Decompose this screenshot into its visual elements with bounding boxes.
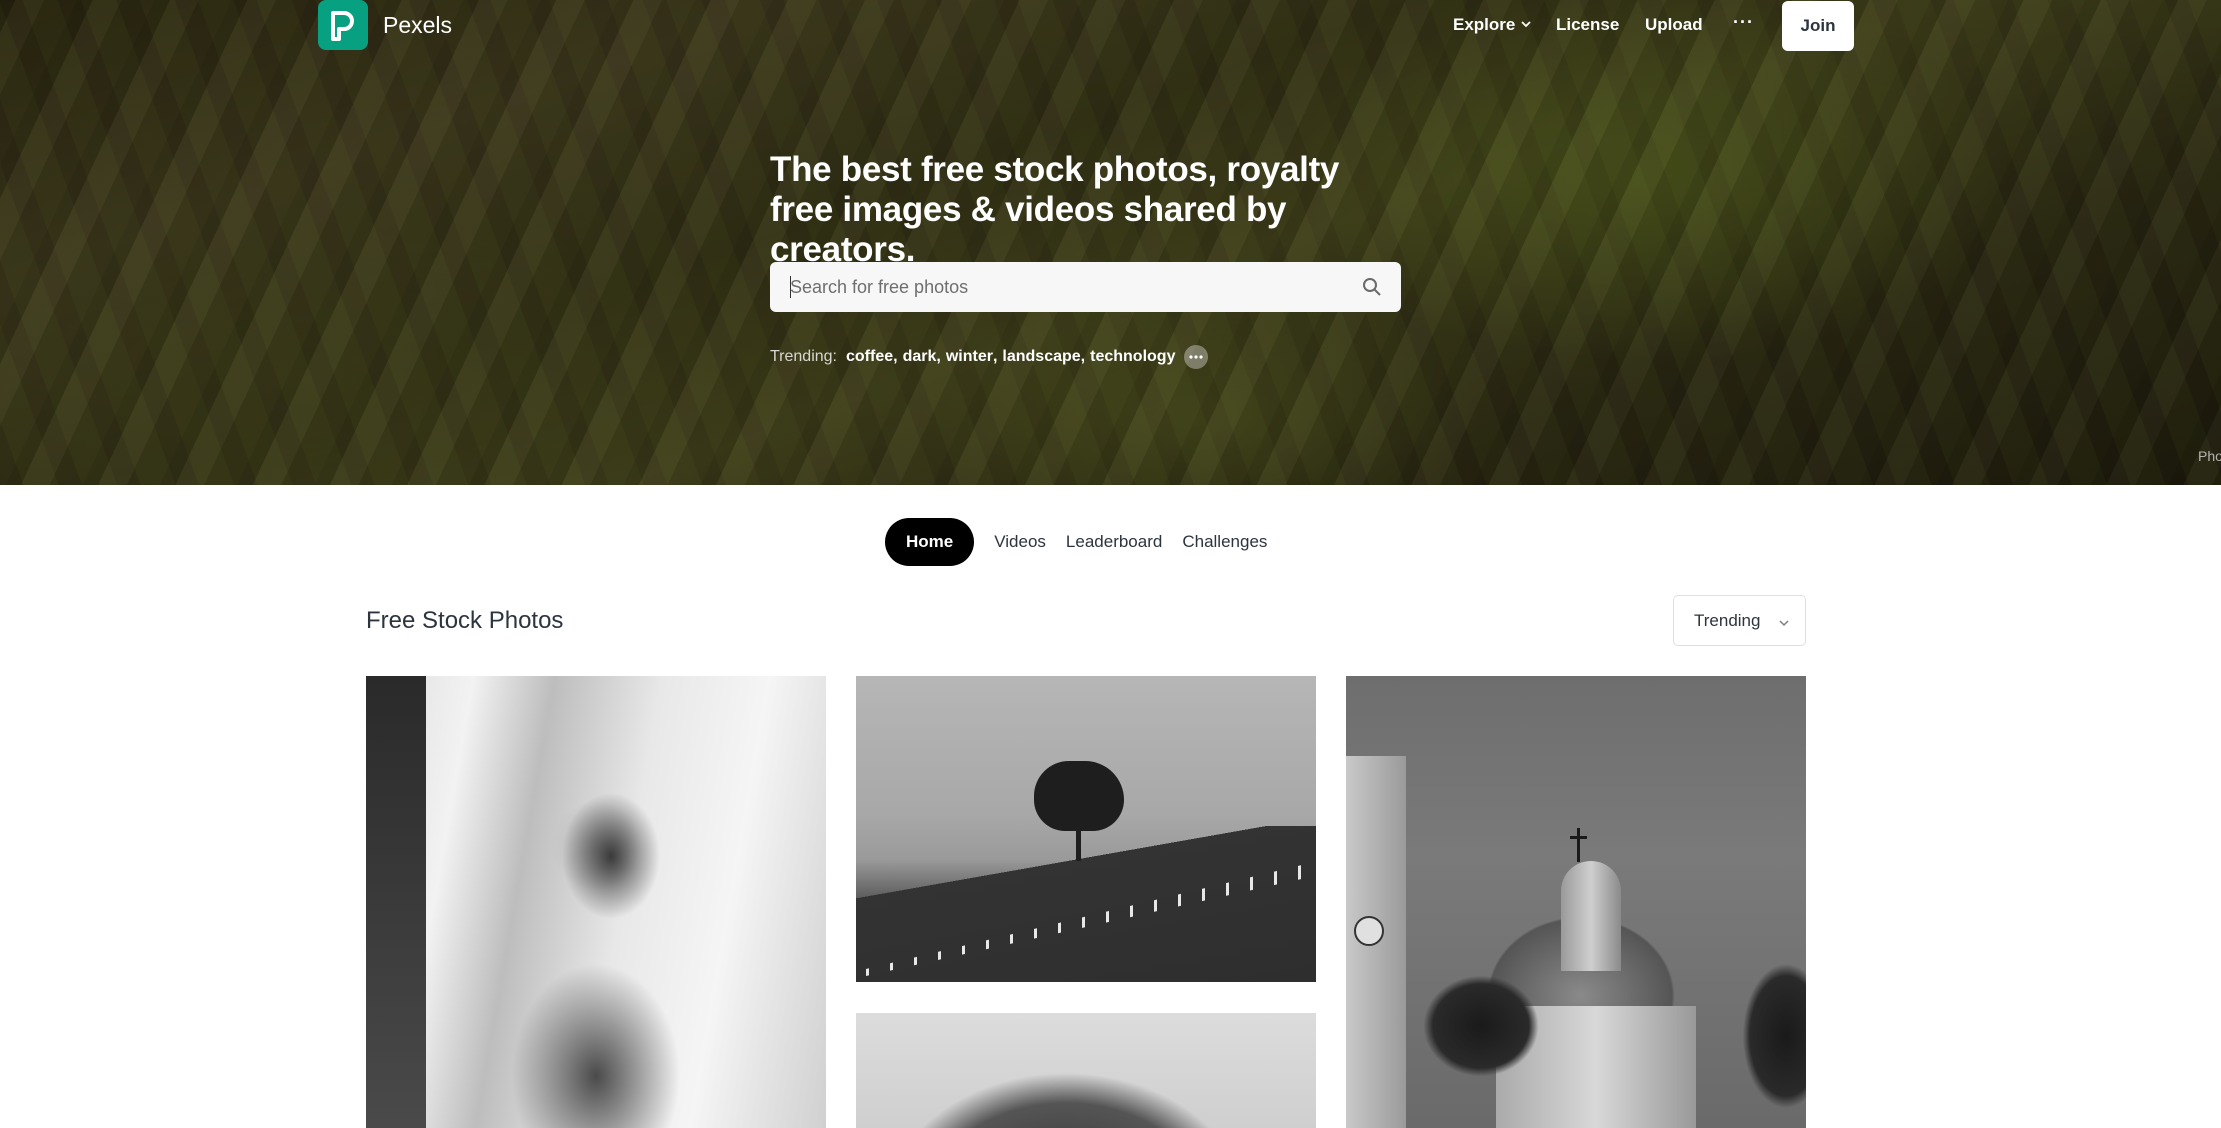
tab-videos[interactable]: Videos bbox=[984, 518, 1056, 566]
photo-tree-fence[interactable] bbox=[856, 676, 1316, 982]
trending-item-technology[interactable]: technology bbox=[1090, 348, 1175, 366]
photo-woman-curtain[interactable] bbox=[366, 676, 826, 1128]
nav-upload[interactable]: Upload bbox=[1645, 15, 1703, 35]
trending-more-icon[interactable] bbox=[1184, 345, 1209, 369]
section-title: Free Stock Photos bbox=[366, 607, 564, 634]
tab-challenges[interactable]: Challenges bbox=[1172, 518, 1277, 566]
photo-credit[interactable]: Pho bbox=[2198, 448, 2221, 464]
text-cursor bbox=[790, 276, 791, 298]
chevron-down-icon[interactable] bbox=[1520, 17, 1532, 35]
sort-selected-value: Trending bbox=[1694, 611, 1761, 630]
hero-content: The best free stock photos, royalty free… bbox=[770, 150, 1410, 369]
brand-name[interactable]: Pexels bbox=[383, 12, 452, 39]
join-button[interactable]: Join bbox=[1782, 1, 1854, 51]
tab-leaderboard[interactable]: Leaderboard bbox=[1056, 518, 1172, 566]
nav-explore[interactable]: Explore bbox=[1453, 15, 1515, 35]
hero-title: The best free stock photos, royalty free… bbox=[770, 150, 1340, 269]
chevron-down-icon bbox=[1778, 616, 1790, 634]
photo-hair-portrait[interactable] bbox=[856, 1013, 1316, 1128]
trending-item-landscape[interactable]: landscape bbox=[1002, 348, 1080, 366]
top-navigation: Pexels Explore License Upload ··· Join bbox=[0, 0, 2221, 52]
search-icon[interactable] bbox=[1362, 277, 1382, 302]
content-tabs: Home Videos Leaderboard Challenges bbox=[885, 518, 1277, 566]
pexels-logo-icon[interactable] bbox=[318, 0, 368, 50]
sort-dropdown[interactable]: Trending bbox=[1673, 595, 1806, 646]
trending-searches: Trending: coffee, dark, winter, landscap… bbox=[770, 344, 1410, 370]
search-bar[interactable] bbox=[770, 262, 1401, 312]
trending-item-coffee[interactable]: coffee bbox=[846, 348, 893, 366]
trending-item-dark[interactable]: dark bbox=[903, 348, 937, 366]
trending-label: Trending: bbox=[770, 348, 837, 365]
trending-item-winter[interactable]: winter bbox=[946, 348, 993, 366]
photo-cathedral-dome[interactable] bbox=[1346, 676, 1806, 1128]
nav-license[interactable]: License bbox=[1556, 15, 1619, 35]
more-icon[interactable]: ··· bbox=[1733, 12, 1754, 33]
search-input[interactable] bbox=[790, 262, 1350, 312]
tab-home[interactable]: Home bbox=[885, 518, 975, 566]
